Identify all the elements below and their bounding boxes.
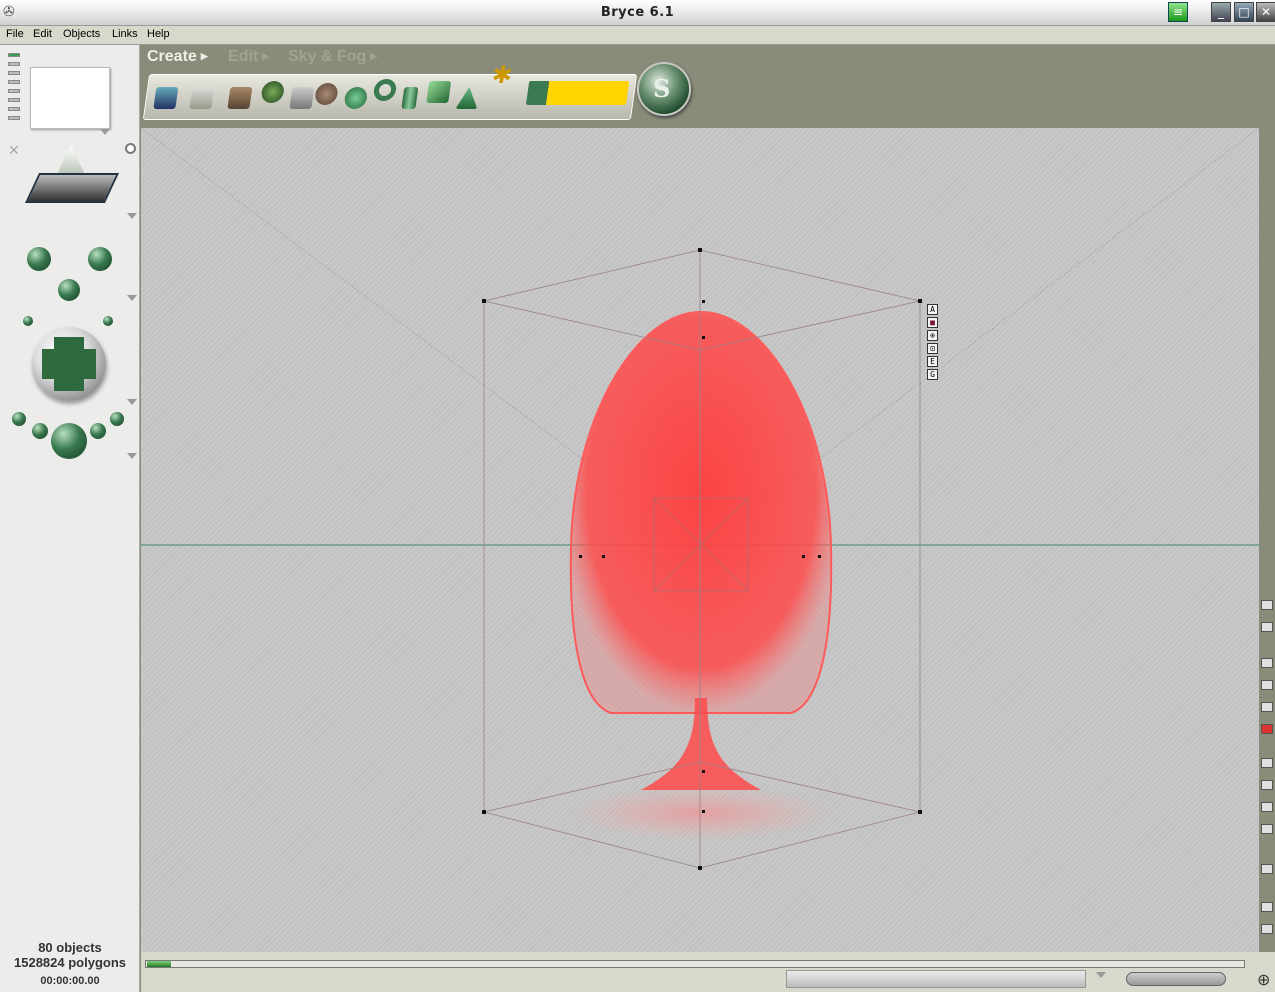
render-options-arrow[interactable] [127, 453, 137, 459]
eraser-icon[interactable] [1261, 622, 1273, 632]
link-icon[interactable] [1261, 902, 1273, 912]
view-3-icon[interactable] [1261, 702, 1273, 712]
right-tool-strip [1259, 128, 1275, 952]
green-toggle-button[interactable]: ≡ [1168, 2, 1188, 22]
cylinder-icon[interactable] [401, 87, 419, 109]
camera-options-arrow[interactable] [127, 295, 137, 301]
hand-icon[interactable] [1261, 924, 1273, 934]
attributes-tag[interactable]: A [927, 304, 938, 315]
mini-create-palette[interactable] [786, 970, 1086, 988]
target-tag[interactable]: ⊡ [927, 343, 938, 354]
tree-foliage [569, 310, 833, 714]
cube-icon[interactable] [426, 81, 452, 103]
scene-wireframe [141, 128, 1259, 870]
scene-round-button[interactable]: S [637, 62, 691, 116]
record-icon[interactable] [1261, 724, 1273, 734]
figure-icon[interactable]: ✱ [489, 61, 514, 97]
render-small-4[interactable] [110, 412, 124, 426]
left-control-panel: ✕ 80 objects 1528824 polygons 00:00:00.0… [0, 45, 140, 992]
spiral-icon[interactable] [343, 87, 369, 109]
title-bar: ✇ Bryce 6.1 ≡ _ □ ✕ [0, 0, 1275, 26]
menu-objects[interactable]: Objects [63, 28, 100, 40]
terrain-icon[interactable] [227, 87, 253, 109]
trash-icon[interactable]: ✕ [8, 143, 20, 159]
tab-sky-fog[interactable]: Sky & Fog ▶ [288, 48, 377, 66]
timeline[interactable] [145, 960, 1245, 968]
menu-bar: File Edit Objects Links Help [0, 26, 1275, 45]
group-tag[interactable]: G [927, 369, 938, 380]
render-button[interactable] [51, 423, 87, 459]
list-icon[interactable] [1261, 758, 1273, 768]
terrain-plane-icon[interactable] [189, 87, 215, 109]
menu-file[interactable]: File [6, 28, 24, 40]
menu-links[interactable]: Links [112, 28, 138, 40]
stone-tree-icon[interactable] [289, 87, 315, 109]
camera-yz-control[interactable] [58, 279, 80, 301]
trackball-control[interactable] [32, 327, 106, 401]
scene-viewport[interactable] [141, 128, 1259, 952]
preview-options-arrow[interactable] [100, 129, 110, 135]
water-plane-icon[interactable] [153, 87, 179, 109]
polygon-count: 1528824 polygons [14, 955, 126, 970]
tab-create[interactable]: Create ▶ [147, 48, 208, 66]
palette-options-arrow[interactable] [1096, 972, 1106, 978]
view-slider[interactable] [8, 53, 22, 125]
material-tag[interactable]: ■ [927, 317, 938, 328]
trackball-options-arrow[interactable] [127, 399, 137, 405]
radio-icon[interactable] [125, 143, 136, 154]
close-button[interactable]: ✕ [1256, 2, 1275, 22]
maximize-button[interactable]: □ [1234, 2, 1254, 22]
create-palette: ✱ [142, 61, 638, 120]
camera-small-left[interactable] [23, 316, 33, 326]
globe-icon[interactable]: ⊕ [1257, 970, 1270, 989]
edit-tag[interactable]: E [927, 356, 938, 367]
menu-help[interactable]: Help [147, 28, 170, 40]
view-options-arrow[interactable] [127, 213, 137, 219]
camera-small-right[interactable] [103, 316, 113, 326]
nano-preview[interactable] [30, 67, 110, 129]
render-small-2[interactable] [32, 423, 48, 439]
rock-icon[interactable] [313, 83, 339, 105]
grid-icon[interactable] [1261, 824, 1273, 834]
tab-edit[interactable]: Edit ▶ [228, 48, 269, 66]
link-tag[interactable]: ⊕ [927, 330, 938, 341]
view-control[interactable] [25, 145, 119, 213]
window-title: Bryce 6.1 [600, 5, 675, 20]
view-2-icon[interactable] [1261, 680, 1273, 690]
time-display: 00:00:00.00 [40, 975, 100, 987]
wireframe-icon[interactable] [1261, 864, 1273, 874]
chart-icon[interactable] [1261, 780, 1273, 790]
camera-xz-control[interactable] [27, 247, 51, 271]
torus-icon[interactable] [372, 79, 398, 101]
bottom-strip: ⊕ [141, 952, 1275, 992]
timeline-scrubber[interactable] [147, 961, 171, 967]
panel-icon[interactable] [1261, 802, 1273, 812]
animation-transport[interactable] [1126, 972, 1226, 986]
render-small-3[interactable] [90, 423, 106, 439]
cone-icon[interactable] [455, 87, 480, 109]
primitive-shapes-icon[interactable] [525, 81, 630, 105]
tree-shadow [566, 785, 836, 841]
pencil-icon[interactable] [1261, 600, 1273, 610]
object-attribute-tags: A ■ ⊕ ⊡ E G [927, 304, 939, 382]
object-count: 80 objects [38, 940, 102, 955]
minimize-button[interactable]: _ [1211, 2, 1231, 22]
render-small-1[interactable] [12, 412, 26, 426]
camera-xy-control[interactable] [88, 247, 112, 271]
toolbar-area: Create ▶ Edit ▶ Sky & Fog ▶ ✱ S [140, 45, 1275, 128]
tree-icon[interactable] [260, 81, 286, 103]
menu-edit[interactable]: Edit [33, 28, 52, 40]
view-1-icon[interactable] [1261, 658, 1273, 668]
